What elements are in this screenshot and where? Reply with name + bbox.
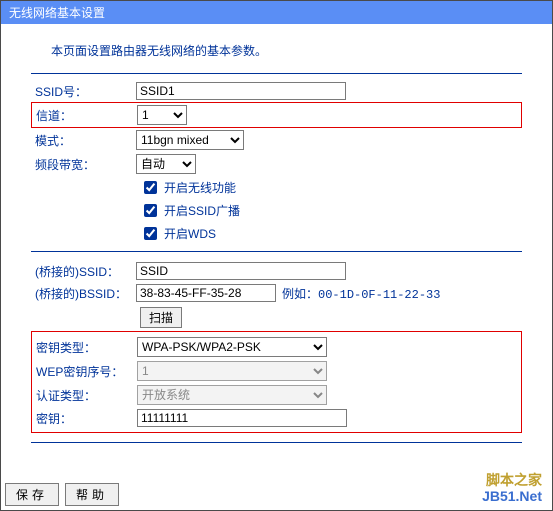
- watermark: 脚本之家 JB51.Net: [482, 473, 542, 504]
- input-ssid[interactable]: [136, 82, 346, 100]
- bssid-example-hint: 例如：00-1D-0F-11-22-33: [282, 285, 440, 302]
- label-bridge-bssid: (桥接的)BSSID：: [31, 285, 136, 302]
- select-key-type[interactable]: WPA-PSK/WPA2-PSK: [137, 337, 327, 357]
- row-scan: 扫描: [140, 304, 522, 331]
- row-auth-type: 认证类型： 开放系统: [32, 383, 521, 407]
- label-channel: 信道：: [32, 107, 137, 124]
- select-auth-type: 开放系统: [137, 385, 327, 405]
- label-bridge-ssid: (桥接的)SSID：: [31, 263, 136, 280]
- panel-title: 无线网络基本设置: [1, 1, 552, 24]
- label-auth-type: 认证类型：: [32, 387, 137, 404]
- row-wep-index: WEP密钥序号： 1: [32, 359, 521, 383]
- row-mode: 模式： 11bgn mixed: [31, 128, 522, 152]
- watermark-line1: 脚本之家: [482, 473, 542, 488]
- row-bridge-ssid: (桥接的)SSID：: [31, 260, 522, 282]
- label-mode: 模式：: [31, 132, 136, 149]
- select-mode[interactable]: 11bgn mixed: [136, 130, 244, 150]
- checkbox-enable-wds[interactable]: [144, 227, 157, 240]
- select-bandwidth[interactable]: 自动: [136, 154, 196, 174]
- intro-text: 本页面设置路由器无线网络的基本参数。: [51, 42, 522, 59]
- checkbox-enable-ssid-broadcast[interactable]: [144, 204, 157, 217]
- row-key-type: 密钥类型： WPA-PSK/WPA2-PSK: [32, 335, 521, 359]
- select-channel[interactable]: 1: [137, 105, 187, 125]
- label-bandwidth: 频段带宽：: [31, 156, 136, 173]
- label-wep-index: WEP密钥序号：: [32, 363, 137, 380]
- row-ssid: SSID号：: [31, 80, 522, 102]
- save-button[interactable]: 保存: [5, 483, 59, 506]
- row-channel: 信道： 1: [32, 103, 521, 127]
- divider: [31, 73, 522, 74]
- row-bandwidth: 频段带宽： 自动: [31, 152, 522, 176]
- help-button[interactable]: 帮助: [65, 483, 119, 506]
- channel-highlight: 信道： 1: [31, 102, 522, 128]
- row-enable-wds: 开启WDS: [140, 222, 522, 245]
- label-enable-ssid-broadcast: 开启SSID广播: [164, 202, 240, 219]
- settings-panel: 无线网络基本设置 本页面设置路由器无线网络的基本参数。 SSID号： 信道： 1…: [0, 0, 553, 511]
- input-bridge-bssid[interactable]: [136, 284, 276, 302]
- select-wep-index: 1: [137, 361, 327, 381]
- label-ssid: SSID号：: [31, 83, 136, 100]
- checkbox-enable-wireless[interactable]: [144, 181, 157, 194]
- security-highlight: 密钥类型： WPA-PSK/WPA2-PSK WEP密钥序号： 1: [31, 331, 522, 433]
- row-key: 密钥：: [32, 407, 521, 429]
- label-key: 密钥：: [32, 410, 137, 427]
- input-key[interactable]: [137, 409, 347, 427]
- bottom-bar: 保存 帮助: [5, 483, 119, 506]
- watermark-line2: JB51.Net: [482, 489, 542, 504]
- scan-button[interactable]: 扫描: [140, 307, 182, 328]
- divider: [31, 251, 522, 252]
- label-key-type: 密钥类型：: [32, 339, 137, 356]
- input-bridge-ssid[interactable]: [136, 262, 346, 280]
- label-enable-wireless: 开启无线功能: [164, 179, 236, 196]
- row-enable-wireless: 开启无线功能: [140, 176, 522, 199]
- row-enable-ssid-broadcast: 开启SSID广播: [140, 199, 522, 222]
- row-bridge-bssid: (桥接的)BSSID： 例如：00-1D-0F-11-22-33: [31, 282, 522, 304]
- label-enable-wds: 开启WDS: [164, 225, 216, 242]
- divider: [31, 442, 522, 443]
- content-area: 本页面设置路由器无线网络的基本参数。 SSID号： 信道： 1 模式：: [1, 24, 552, 443]
